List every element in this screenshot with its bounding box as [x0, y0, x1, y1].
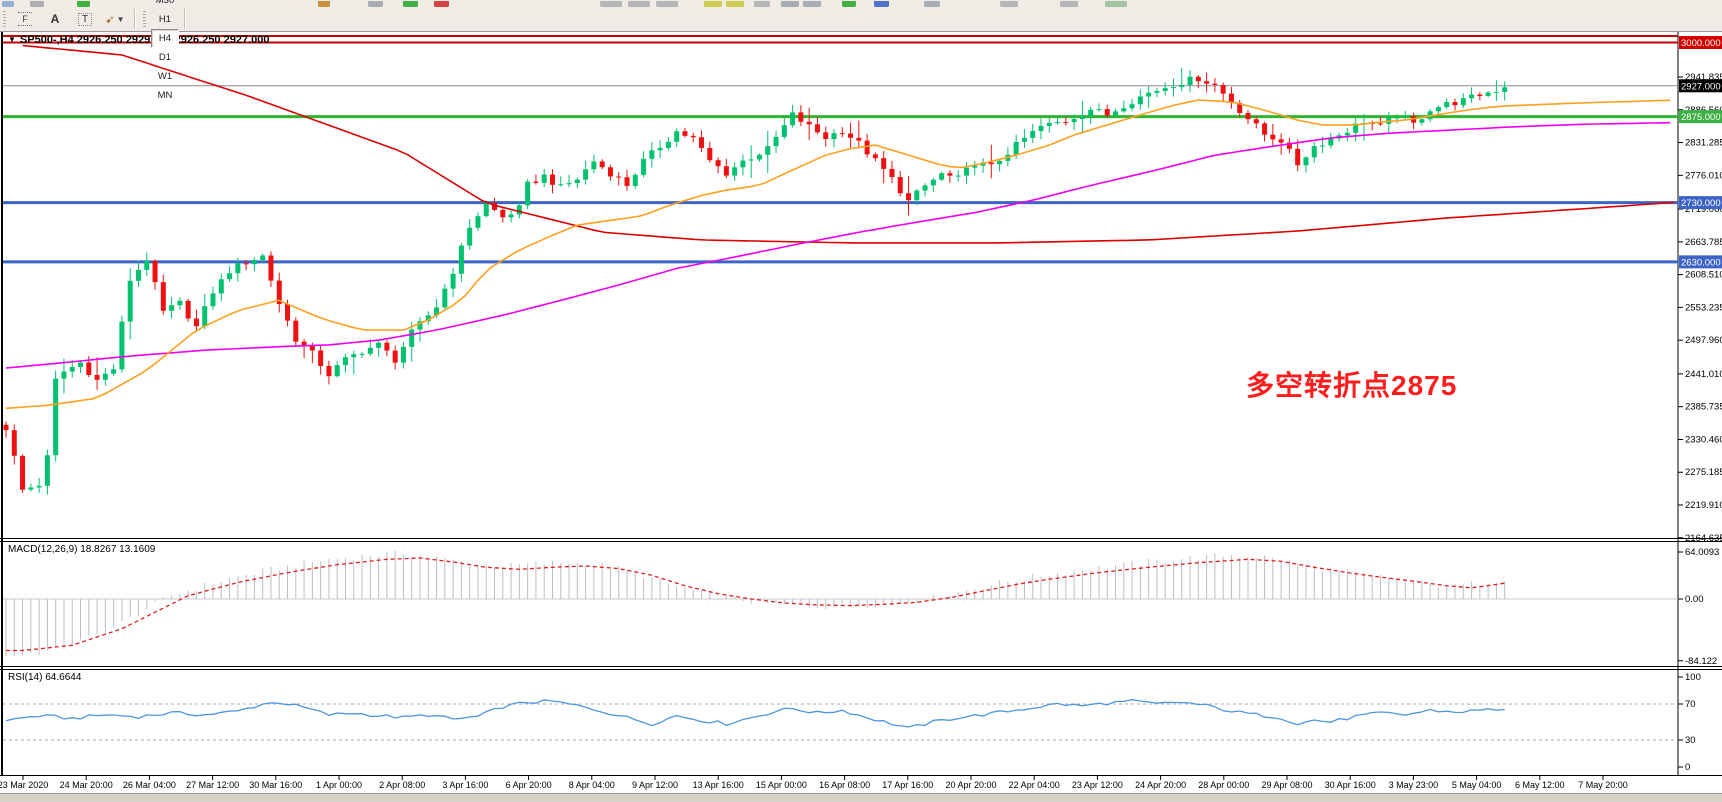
toolbar-grip[interactable]	[143, 11, 146, 27]
svg-text:2164.635: 2164.635	[1685, 533, 1722, 544]
svg-text:2630.000: 2630.000	[1681, 257, 1721, 268]
svg-text:23 Mar 2020: 23 Mar 2020	[0, 780, 48, 790]
chevron-down-icon: ▼	[117, 15, 125, 24]
toolbar-grip[interactable]	[3, 11, 6, 27]
svg-text:30 Apr 16:00: 30 Apr 16:00	[1325, 780, 1376, 790]
svg-text:28 Apr 00:00: 28 Apr 00:00	[1198, 780, 1249, 790]
chart-annotation-text: 多空转折点2875	[1246, 364, 1457, 404]
timeframe-button-d1[interactable]: D1	[151, 48, 179, 67]
chart-canvas[interactable]: 2941.8352886.5602831.2852776.0102719.060…	[0, 0, 1722, 801]
svg-text:2831.285: 2831.285	[1685, 138, 1722, 149]
toolbar-separator	[134, 9, 136, 29]
svg-text:2497.960: 2497.960	[1685, 335, 1722, 346]
timeframe-button-h4[interactable]: H4	[151, 29, 179, 48]
arrows-tool-button[interactable]: ➹ ▼	[102, 9, 128, 29]
macd-indicator-label: MACD(12,26,9) 18.8267 13.1609	[8, 544, 155, 555]
svg-text:29 Apr 08:00: 29 Apr 08:00	[1261, 780, 1312, 790]
svg-text:2219.910: 2219.910	[1685, 500, 1722, 511]
svg-text:2663.785: 2663.785	[1685, 237, 1722, 248]
timeframe-button-h1[interactable]: H1	[151, 10, 179, 29]
timeframe-button-group: M1M5M15M30H1H4D1W1MN	[150, 0, 180, 105]
text-label-icon: T	[78, 13, 92, 26]
chart-header: ▼ SP500-,H4 2926.250 2929.250 2926.250 29…	[8, 34, 269, 46]
svg-text:1 Apr 00:00: 1 Apr 00:00	[316, 780, 362, 790]
svg-text:2608.510: 2608.510	[1685, 270, 1722, 281]
timeframe-button-w1[interactable]: W1	[151, 67, 179, 86]
svg-text:2275.185: 2275.185	[1685, 467, 1722, 478]
svg-text:16 Apr 08:00: 16 Apr 08:00	[819, 780, 870, 790]
svg-text:3000.000: 3000.000	[1681, 38, 1721, 49]
svg-text:2730.000: 2730.000	[1681, 198, 1721, 209]
symbol-dropdown-icon[interactable]: ▼	[8, 35, 16, 44]
svg-text:64.0093: 64.0093	[1685, 547, 1719, 558]
svg-text:8 Apr 04:00: 8 Apr 04:00	[569, 780, 615, 790]
timeframe-button-mn[interactable]: MN	[151, 86, 179, 105]
chart-header-text: SP500-,H4 2926.250 2929.250 2926.250 292…	[20, 34, 270, 46]
svg-text:3 May 23:00: 3 May 23:00	[1389, 780, 1439, 790]
svg-text:0: 0	[1685, 762, 1690, 773]
text-label-tool-button[interactable]: T	[72, 9, 98, 29]
svg-text:2330.460: 2330.460	[1685, 434, 1722, 445]
svg-text:6 Apr 20:00: 6 Apr 20:00	[506, 780, 552, 790]
svg-text:24 Apr 20:00: 24 Apr 20:00	[1135, 780, 1186, 790]
toolbar-separator	[184, 9, 186, 29]
svg-text:15 Apr 00:00: 15 Apr 00:00	[756, 780, 807, 790]
svg-text:26 Mar 04:00: 26 Mar 04:00	[123, 780, 176, 790]
svg-text:2553.235: 2553.235	[1685, 302, 1722, 313]
svg-text:20 Apr 20:00: 20 Apr 20:00	[945, 780, 996, 790]
toolbar: F A T ➹ ▼ M1M5M15M30H1H4D1W1MN	[0, 0, 1722, 32]
svg-text:3 Apr 16:00: 3 Apr 16:00	[442, 780, 488, 790]
svg-text:9 Apr 12:00: 9 Apr 12:00	[632, 780, 678, 790]
svg-text:2441.010: 2441.010	[1685, 369, 1722, 380]
fibonacci-icon: F	[18, 12, 32, 26]
svg-text:7 May 20:00: 7 May 20:00	[1578, 780, 1628, 790]
svg-text:2927.000: 2927.000	[1681, 81, 1721, 92]
text-icon: A	[51, 12, 60, 26]
svg-text:5 May 04:00: 5 May 04:00	[1452, 780, 1502, 790]
rsi-indicator-label: RSI(14) 64.6644	[8, 672, 81, 683]
svg-text:2385.735: 2385.735	[1685, 402, 1722, 413]
text-tool-button[interactable]: A	[42, 9, 68, 29]
svg-text:100: 100	[1685, 672, 1701, 683]
svg-text:-84.122: -84.122	[1685, 656, 1717, 667]
svg-text:24 Mar 20:00: 24 Mar 20:00	[60, 780, 113, 790]
svg-text:2875.000: 2875.000	[1681, 112, 1721, 123]
svg-text:2 Apr 08:00: 2 Apr 08:00	[379, 780, 425, 790]
svg-text:70: 70	[1685, 699, 1696, 710]
svg-text:13 Apr 16:00: 13 Apr 16:00	[693, 780, 744, 790]
svg-text:17 Apr 16:00: 17 Apr 16:00	[882, 780, 933, 790]
svg-text:6 May 12:00: 6 May 12:00	[1515, 780, 1565, 790]
svg-text:30 Mar 16:00: 30 Mar 16:00	[249, 780, 302, 790]
toolbar-top-row-clipped	[0, 0, 1722, 7]
svg-text:2776.010: 2776.010	[1685, 170, 1722, 181]
timeframe-button-m30[interactable]: M30	[151, 0, 179, 10]
drawing-and-timeframe-toolbar: F A T ➹ ▼ M1M5M15M30H1H4D1W1MN	[0, 7, 1722, 31]
svg-text:22 Apr 04:00: 22 Apr 04:00	[1009, 780, 1060, 790]
svg-text:30: 30	[1685, 735, 1696, 746]
arrows-icon: ➹	[105, 13, 114, 26]
svg-text:27 Mar 12:00: 27 Mar 12:00	[186, 780, 239, 790]
svg-text:0.00: 0.00	[1685, 594, 1704, 605]
svg-text:23 Apr 12:00: 23 Apr 12:00	[1072, 780, 1123, 790]
fibonacci-tool-button[interactable]: F	[12, 9, 38, 29]
